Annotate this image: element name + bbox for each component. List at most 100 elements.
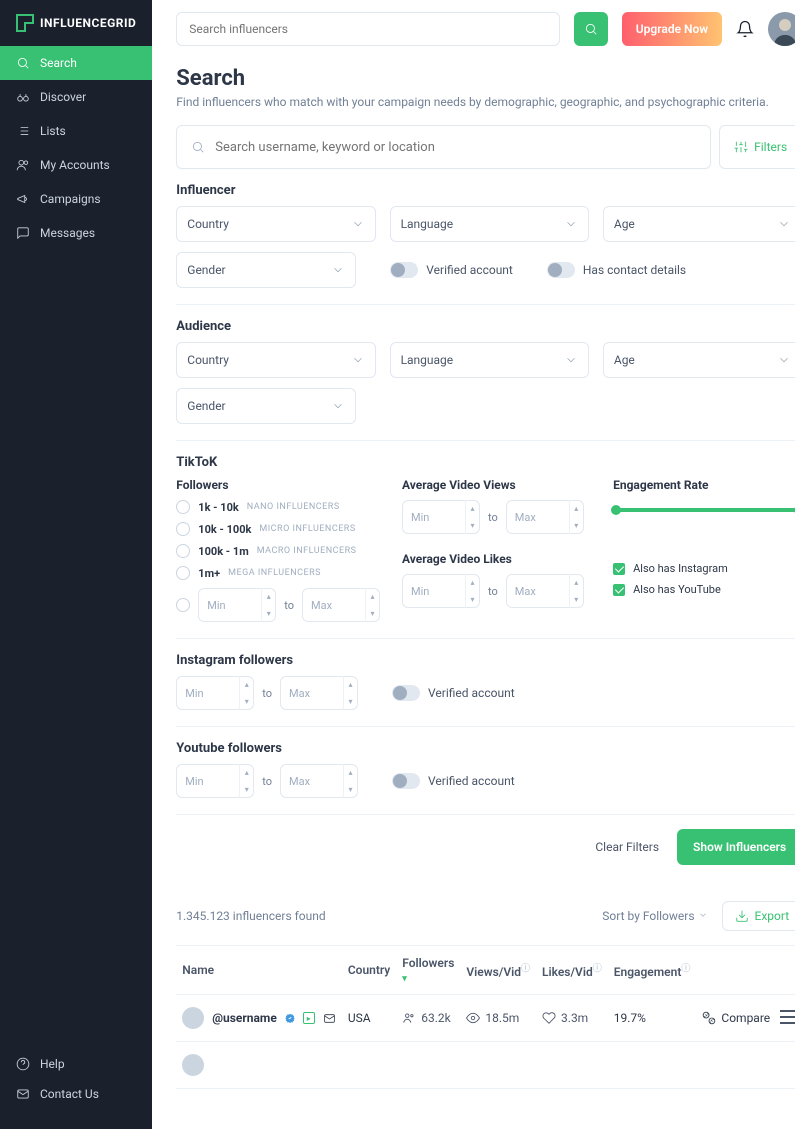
filters-button[interactable]: Filters	[719, 125, 795, 169]
spinner[interactable]: ▴▾	[365, 588, 379, 622]
spinner[interactable]: ▴▾	[465, 574, 479, 608]
follower-range-option[interactable]: 10k - 100kMICRO INFLUENCERS	[176, 522, 380, 536]
filter-search[interactable]	[176, 125, 711, 169]
influencer-gender-select[interactable]: Gender	[176, 252, 356, 288]
megaphone-icon	[16, 192, 30, 206]
compare-button[interactable]: Compare	[702, 1011, 770, 1025]
table-row[interactable]: @username ▸ USA 63.2k 18.5m 3.3m 19.7% C…	[176, 995, 795, 1042]
col-followers[interactable]: Followers ▾	[396, 946, 460, 995]
chevron-down-icon	[331, 399, 345, 413]
sidebar-item-search[interactable]: Search	[0, 46, 152, 80]
follower-range-option[interactable]: 100k - 1m MACRO INFLUENCERS	[176, 544, 380, 558]
range-label: 100k - 1m	[198, 545, 248, 558]
spinner[interactable]: ▴▾	[569, 500, 583, 534]
table-row[interactable]	[176, 1042, 795, 1089]
select-label: Gender	[187, 399, 225, 413]
audience-language-select[interactable]: Language	[390, 342, 589, 378]
select-label: Gender	[187, 263, 225, 277]
brand-logo: INFLUENCEGRID	[0, 0, 152, 46]
follower-range-option[interactable]: 1k - 10kNANO INFLUENCERS	[176, 500, 380, 514]
chevron-down-icon	[777, 217, 791, 231]
spinner[interactable]: ▴▾	[343, 764, 357, 798]
notifications-icon[interactable]	[736, 20, 754, 38]
sidebar-item-my-accounts[interactable]: My Accounts	[0, 148, 152, 182]
upgrade-button[interactable]: Upgrade Now	[622, 12, 722, 46]
instagram-heading: Instagram followers	[176, 653, 795, 668]
instagram-min[interactable]: Min▴▾	[176, 676, 254, 710]
divider	[176, 814, 795, 815]
filter-search-input[interactable]	[215, 140, 696, 155]
sidebar-item-contact[interactable]: Contact Us	[0, 1079, 152, 1109]
help-icon	[16, 1057, 30, 1071]
col-likes[interactable]: Likes/Vidⓘ	[536, 946, 608, 995]
col-engagement[interactable]: Engagementⓘ	[608, 946, 697, 995]
divider	[176, 304, 795, 305]
filter-bar: Filters	[176, 125, 795, 169]
divider	[176, 638, 795, 639]
sidebar-item-messages[interactable]: Messages	[0, 216, 152, 250]
sort-dropdown[interactable]: Sort by Followers	[602, 909, 707, 923]
sidebar-item-discover[interactable]: Discover	[0, 80, 152, 114]
spinner[interactable]: ▴▾	[343, 676, 357, 710]
show-influencers-button[interactable]: Show Influencers	[677, 829, 795, 865]
row-avatar	[182, 1054, 204, 1076]
range-tag: MACRO INFLUENCERS	[257, 546, 357, 556]
influencer-country-select[interactable]: Country	[176, 206, 375, 242]
youtube-verified-toggle[interactable]: Verified account	[392, 773, 515, 789]
radio-icon	[176, 522, 190, 536]
spinner[interactable]: ▴▾	[239, 764, 253, 798]
export-button[interactable]: Export	[722, 901, 795, 931]
tiktok-followers-min[interactable]: Min▴▾	[198, 588, 276, 622]
sidebar-item-label: Campaigns	[40, 192, 101, 206]
engagement-slider[interactable]	[613, 508, 795, 512]
has-instagram-check[interactable]: Also has Instagram	[613, 562, 795, 575]
avg-likes-max[interactable]: Max▴▾	[506, 574, 584, 608]
audience-country-select[interactable]: Country	[176, 342, 375, 378]
to-label: to	[284, 599, 294, 612]
chevron-down-icon	[564, 217, 578, 231]
youtube-max[interactable]: Max▴▾	[280, 764, 358, 798]
avg-likes-min[interactable]: Min▴▾	[402, 574, 480, 608]
audience-gender-select[interactable]: Gender	[176, 388, 356, 424]
avg-views-min[interactable]: Min▴▾	[402, 500, 480, 534]
divider	[176, 726, 795, 727]
instagram-max[interactable]: Max▴▾	[280, 676, 358, 710]
compare-label: Compare	[721, 1011, 770, 1025]
check-label: Also has YouTube	[633, 583, 721, 596]
spinner[interactable]: ▴▾	[239, 676, 253, 710]
select-label: Country	[187, 217, 229, 231]
clear-filters-button[interactable]: Clear Filters	[595, 840, 659, 854]
col-name[interactable]: Name	[176, 946, 342, 995]
top-search-button[interactable]	[574, 12, 608, 46]
radio-icon[interactable]	[176, 598, 190, 612]
col-views[interactable]: Views/Vidⓘ	[460, 946, 536, 995]
user-avatar[interactable]	[768, 12, 795, 46]
instagram-verified-toggle[interactable]: Verified account	[392, 685, 515, 701]
influencer-age-select[interactable]: Age	[603, 206, 795, 242]
list-view-icon[interactable]	[780, 1010, 795, 1026]
export-label: Export	[755, 909, 790, 923]
main: Upgrade Now Search Find influencers who …	[152, 0, 795, 1129]
col-country[interactable]: Country	[342, 946, 396, 995]
spinner[interactable]: ▴▾	[261, 588, 275, 622]
tiktok-heading: TikToK	[176, 455, 795, 470]
sidebar-item-label: Help	[40, 1057, 65, 1071]
spinner[interactable]: ▴▾	[465, 500, 479, 534]
sidebar-item-campaigns[interactable]: Campaigns	[0, 182, 152, 216]
avg-views-max[interactable]: Max▴▾	[506, 500, 584, 534]
influencer-verified-toggle[interactable]: Verified account	[390, 262, 513, 278]
top-search-input[interactable]	[176, 12, 560, 46]
audience-age-select[interactable]: Age	[603, 342, 795, 378]
influencer-language-select[interactable]: Language	[390, 206, 589, 242]
row-likes: 3.3m	[561, 1011, 588, 1025]
influencer-heading: Influencer	[176, 183, 795, 198]
influencer-contact-toggle[interactable]: Has contact details	[547, 262, 686, 278]
has-youtube-check[interactable]: Also has YouTube	[613, 583, 795, 596]
results-count: 1.345.123 influencers found	[176, 909, 325, 923]
youtube-min[interactable]: Min▴▾	[176, 764, 254, 798]
follower-range-option[interactable]: 1m+MEGA INFLUENCERS	[176, 566, 380, 580]
sidebar-item-help[interactable]: Help	[0, 1049, 152, 1079]
tiktok-followers-max[interactable]: Max▴▾	[302, 588, 380, 622]
sidebar-item-lists[interactable]: Lists	[0, 114, 152, 148]
spinner[interactable]: ▴▾	[569, 574, 583, 608]
